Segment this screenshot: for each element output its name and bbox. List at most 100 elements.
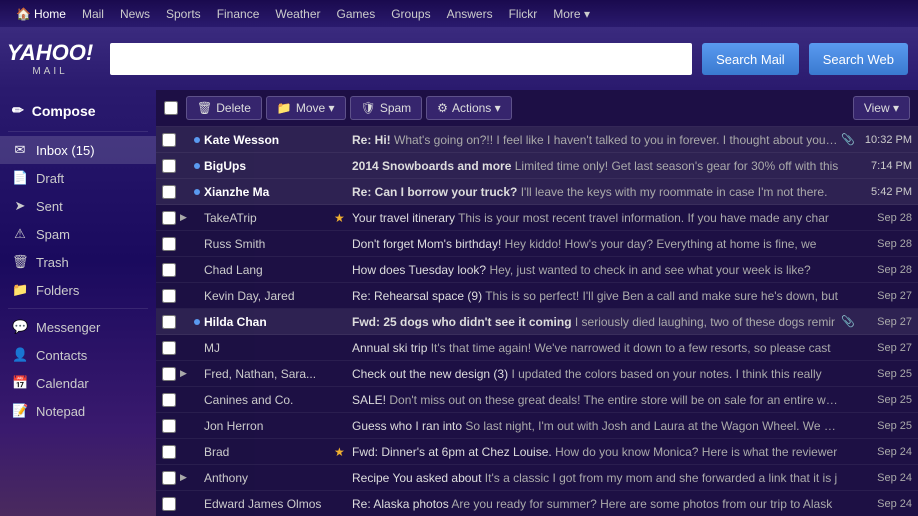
search-mail-button[interactable]: Search Mail [702,43,799,75]
nav-news[interactable]: News [112,0,158,27]
unread-indicator [194,345,200,351]
email-preview: I updated the colors based on your notes… [511,367,821,381]
email-time: 10:32 PM [857,134,912,146]
row-checkbox[interactable] [162,237,176,251]
email-preview: Don't miss out on these great deals! The… [389,393,839,407]
email-preview: This is your most recent travel informat… [458,211,829,225]
email-subject: Fwd: 25 dogs who didn't see it coming [352,315,572,329]
nav-weather[interactable]: Weather [267,0,328,27]
email-row[interactable]: ▶ TakeATrip ★ Your travel itinerary This… [156,205,918,231]
email-time: Sep 25 [857,420,912,432]
email-sender: Jon Herron [204,419,334,433]
email-sender: Chad Lang [204,263,334,277]
search-web-button[interactable]: Search Web [809,43,908,75]
spam-btn-icon: 🛡 [361,101,376,115]
email-sender: Hilda Chan [204,315,334,329]
email-row[interactable]: ▶ Fred, Nathan, Sara... Check out the ne… [156,361,918,387]
star-icon[interactable]: ★ [334,211,348,225]
sidebar-item-spam[interactable]: ⚠ Spam [0,220,156,248]
email-row[interactable]: ▶ Anthony Recipe You asked about It's a … [156,465,918,491]
trash-icon: 🗑 [12,254,28,270]
sidebar-item-folders[interactable]: 📁 Folders [0,276,156,304]
notepad-icon: 📝 [12,403,28,419]
header: YAHOO! MAIL Search Mail Search Web [0,28,918,90]
star-icon[interactable]: ★ [334,445,348,459]
email-row[interactable]: Russ Smith Don't forget Mom's birthday! … [156,231,918,257]
unread-indicator [194,449,200,455]
sidebar-item-notepad[interactable]: 📝 Notepad [0,397,156,425]
row-checkbox[interactable] [162,367,176,381]
row-checkbox[interactable] [162,341,176,355]
row-checkbox[interactable] [162,133,176,147]
sidebar-item-sent[interactable]: ➤ Sent [0,192,156,220]
delete-button[interactable]: 🗑 Delete [186,96,262,120]
unread-indicator [194,267,200,273]
email-row[interactable]: Brad ★ Fwd: Dinner's at 6pm at Chez Loui… [156,439,918,465]
nav-flickr[interactable]: Flickr [501,0,546,27]
email-subject: Recipe You asked about [352,471,481,485]
email-row[interactable]: Hilda Chan Fwd: 25 dogs who didn't see i… [156,309,918,335]
email-row[interactable]: Kate Wesson Re: Hi! What's going on?!! I… [156,127,918,153]
sent-icon: ➤ [12,198,28,214]
email-row[interactable]: Edward James Olmos Re: Alaska photos Are… [156,491,918,516]
row-checkbox[interactable] [162,471,176,485]
compose-button[interactable]: ✏ Compose [0,94,156,127]
unread-indicator [194,137,200,143]
sidebar-item-calendar[interactable]: 📅 Calendar [0,369,156,397]
nav-answers[interactable]: Answers [439,0,501,27]
spam-button[interactable]: 🛡 Spam [350,96,423,120]
email-preview: It's a classic I got from my mom and she… [485,471,837,485]
sidebar-item-messenger[interactable]: 💬 Messenger [0,313,156,341]
email-row[interactable]: Chad Lang How does Tuesday look? Hey, ju… [156,257,918,283]
email-row[interactable]: MJ Annual ski trip It's that time again!… [156,335,918,361]
row-checkbox[interactable] [162,445,176,459]
email-time: Sep 28 [857,212,912,224]
delete-icon: 🗑 [197,101,212,115]
row-checkbox[interactable] [162,263,176,277]
row-checkbox[interactable] [162,393,176,407]
email-row[interactable]: Canines and Co. SALE! Don't miss out on … [156,387,918,413]
email-content: Re: Can I borrow your truck? I'll leave … [352,185,839,199]
search-input[interactable] [110,43,692,75]
view-button[interactable]: View ▾ [853,96,910,120]
email-content: Fwd: 25 dogs who didn't see it coming I … [352,315,839,329]
move-icon: 📁 [277,101,292,115]
unread-indicator [194,371,200,377]
email-time: Sep 28 [857,238,912,250]
mail-logo-text: MAIL [32,66,67,77]
sidebar-item-inbox[interactable]: ✉ Inbox (15) [0,136,156,164]
email-sender: Kevin Day, Jared [204,289,334,303]
sidebar-item-draft[interactable]: 📄 Draft [0,164,156,192]
nav-finance[interactable]: Finance [209,0,268,27]
nav-mail[interactable]: Mail [74,0,112,27]
sidebar-item-trash[interactable]: 🗑 Trash [0,248,156,276]
actions-button[interactable]: ⚙ Actions ▾ [426,96,511,120]
nav-games[interactable]: Games [329,0,384,27]
nav-groups[interactable]: Groups [383,0,438,27]
gear-icon: ⚙ [437,101,448,115]
row-checkbox[interactable] [162,289,176,303]
email-row[interactable]: Jon Herron Guess who I ran into So last … [156,413,918,439]
unread-indicator [194,423,200,429]
email-sender: TakeATrip [204,211,334,225]
row-checkbox[interactable] [162,185,176,199]
nav-home[interactable]: 🏠 Home [8,0,74,27]
nav-more[interactable]: More ▾ [545,0,598,27]
row-checkbox[interactable] [162,419,176,433]
move-button[interactable]: 📁 Move ▾ [266,96,346,120]
row-checkbox[interactable] [162,211,176,225]
messenger-icon: 💬 [12,319,28,335]
nav-sports[interactable]: Sports [158,0,209,27]
row-checkbox[interactable] [162,497,176,511]
select-all-checkbox[interactable] [164,101,178,115]
sidebar-item-contacts[interactable]: 👤 Contacts [0,341,156,369]
email-subject: Don't forget Mom's birthday! [352,237,501,251]
email-row[interactable]: Kevin Day, Jared Re: Rehearsal space (9)… [156,283,918,309]
email-content: Don't forget Mom's birthday! Hey kiddo! … [352,237,839,251]
contacts-icon: 👤 [12,347,28,363]
row-checkbox[interactable] [162,315,176,329]
email-row[interactable]: Xianzhe Ma Re: Can I borrow your truck? … [156,179,918,205]
row-checkbox[interactable] [162,159,176,173]
email-content: Recipe You asked about It's a classic I … [352,471,839,485]
email-row[interactable]: BigUps 2014 Snowboards and more Limited … [156,153,918,179]
